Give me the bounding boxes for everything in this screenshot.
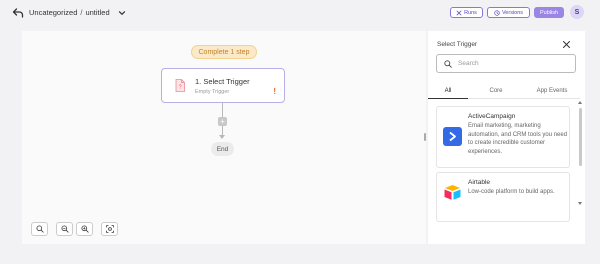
app-name: Airtable [468, 179, 491, 186]
chevron-down-icon[interactable] [118, 9, 126, 17]
fit-view-button[interactable] [101, 222, 118, 236]
search-icon [35, 225, 44, 233]
scroll-down-arrow-icon[interactable] [578, 202, 582, 205]
close-icon[interactable] [562, 40, 571, 49]
runs-button[interactable]: Runs [450, 7, 483, 18]
focus-frame-icon [105, 225, 114, 233]
tab-all[interactable]: All [428, 83, 468, 99]
airtable-logo-icon [444, 185, 461, 200]
undo-back-icon[interactable] [12, 7, 24, 19]
file-question-icon: ? [175, 79, 185, 92]
publish-button[interactable]: Publish [534, 7, 564, 18]
end-node: End [211, 142, 234, 156]
zoom-in-button[interactable] [76, 222, 93, 236]
app-description: Low‑code platform to build apps. [468, 189, 555, 195]
trigger-step-card[interactable]: ? 1. Select Trigger Empty Trigger ! [161, 68, 285, 103]
user-avatar[interactable]: S [570, 5, 584, 19]
search-input[interactable] [458, 60, 568, 67]
panel-title: Select Trigger [437, 41, 478, 48]
zoom-controls [31, 222, 118, 236]
fit-search-button[interactable] [31, 222, 48, 236]
breadcrumb: Uncategorized / untitled [29, 8, 126, 17]
runs-label: Runs [464, 9, 477, 16]
versions-button[interactable]: Versions [487, 7, 530, 18]
zoom-in-icon [80, 225, 89, 233]
status-badge: Complete 1 step [191, 45, 257, 59]
app-item-airtable[interactable]: Airtable Low‑code platform to build apps… [436, 172, 570, 222]
breadcrumb-folder[interactable]: Uncategorized [29, 8, 77, 17]
tab-app-events[interactable]: App Events [524, 83, 580, 98]
tools-icon [456, 10, 462, 15]
zoom-out-button[interactable] [56, 222, 73, 236]
breadcrumb-separator: / [80, 8, 83, 17]
app-description: Email marketing, marketing automation, a… [468, 123, 568, 155]
top-bar: Uncategorized / untitled Runs Versions P… [0, 0, 600, 26]
warning-icon: ! [273, 87, 276, 96]
zoom-out-icon [60, 225, 69, 233]
search-icon [444, 59, 452, 68]
app-item-activecampaign[interactable]: ActiveCampaign Email marketing, marketin… [436, 106, 570, 168]
flow-name[interactable]: untitled [85, 8, 109, 17]
history-icon [494, 9, 500, 16]
app-name: ActiveCampaign [468, 113, 516, 120]
trigger-step-subtitle: Empty Trigger [195, 89, 230, 95]
add-step-button[interactable]: + [218, 117, 227, 126]
svg-text:?: ? [179, 85, 182, 91]
activecampaign-logo-icon [443, 127, 462, 146]
panel-resize-handle[interactable] [424, 133, 426, 141]
scrollbar-thumb[interactable] [579, 108, 582, 166]
app-list: ActiveCampaign Email marketing, marketin… [436, 106, 570, 240]
select-trigger-panel: Select Trigger All Core App Events Activ… [428, 31, 585, 244]
connector-arrow-icon [219, 135, 225, 139]
versions-label: Versions [501, 9, 524, 16]
tab-core[interactable]: Core [468, 83, 524, 98]
search-field[interactable] [436, 54, 576, 73]
scroll-up-arrow-icon[interactable] [578, 101, 582, 104]
trigger-step-title: 1. Select Trigger [195, 77, 250, 86]
trigger-tabs: All Core App Events [428, 83, 580, 99]
flow-canvas[interactable]: Complete 1 step ? 1. Select Trigger Empt… [22, 31, 426, 244]
app-list-scrollbar[interactable] [578, 101, 583, 207]
